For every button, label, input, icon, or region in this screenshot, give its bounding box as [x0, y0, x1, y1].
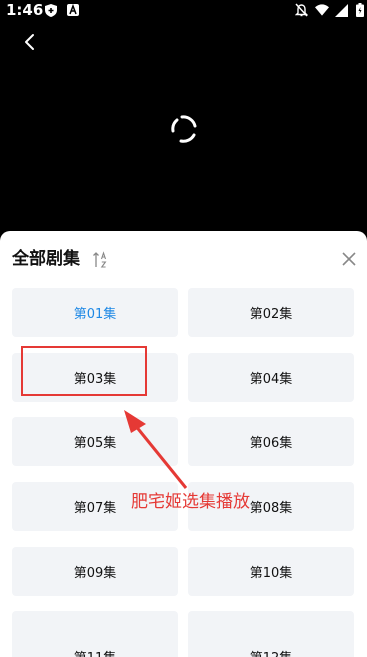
a-badge-icon: [66, 3, 80, 17]
panel-title: 全部剧集: [12, 249, 80, 269]
episode-label: 第02集: [249, 307, 293, 322]
episode-label: 第12集: [250, 647, 293, 657]
episode-tile-10[interactable]: 第10集: [188, 547, 354, 596]
battery-icon: [353, 3, 367, 17]
episode-label: 第09集: [73, 566, 117, 581]
episode-tile-12[interactable]: 第12集: [188, 611, 354, 657]
episode-label: 第11集: [74, 647, 117, 657]
annotation-highlight-box: [21, 346, 147, 396]
episode-label: 第04集: [249, 372, 293, 387]
annotation-callout: 肥宅姬选集播放: [131, 492, 250, 512]
episode-panel: 全部剧集 第01集 第02集 第03集 第04集 第05集 第06集 第07集 …: [0, 231, 367, 657]
wifi-icon: [315, 3, 329, 17]
episode-label: 第05集: [73, 436, 117, 451]
episode-tile-02[interactable]: 第02集: [188, 288, 354, 337]
close-icon[interactable]: [339, 249, 359, 269]
loading-spinner-icon: [163, 109, 203, 149]
episode-tile-04[interactable]: 第04集: [188, 353, 354, 402]
video-player[interactable]: [0, 22, 367, 231]
status-time: 1:46: [6, 1, 44, 19]
back-arrow-icon[interactable]: [18, 30, 42, 54]
episode-label: 第10集: [249, 566, 293, 581]
status-bar: 1:46: [0, 0, 367, 22]
episode-tile-09[interactable]: 第09集: [12, 547, 178, 596]
episode-label: 第06集: [249, 436, 293, 451]
episode-label: 第07集: [73, 501, 117, 516]
sort-az-icon[interactable]: [92, 250, 110, 270]
episode-tile-06[interactable]: 第06集: [188, 417, 354, 466]
episode-tile-11[interactable]: 第11集: [12, 611, 178, 657]
episode-label: 第01集: [73, 307, 117, 322]
signal-icon: [334, 3, 348, 17]
episode-tile-05[interactable]: 第05集: [12, 417, 178, 466]
episode-label: 第08集: [249, 501, 293, 516]
mute-icon: [294, 3, 308, 17]
episode-tile-01[interactable]: 第01集: [12, 288, 178, 337]
shield-icon: [44, 3, 58, 17]
